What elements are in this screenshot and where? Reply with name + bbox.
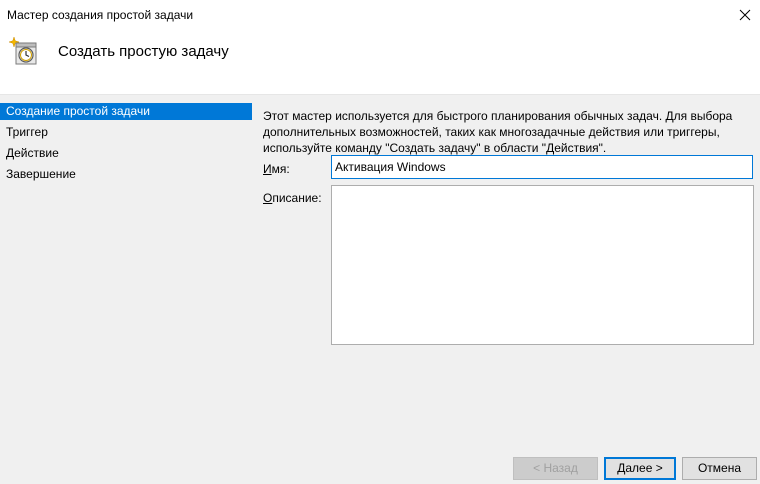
close-button[interactable] bbox=[730, 0, 760, 30]
name-label: Имя: bbox=[263, 162, 290, 176]
nav-item-action[interactable]: Действие bbox=[0, 144, 252, 165]
title-bar: Мастер создания простой задачи bbox=[0, 0, 760, 30]
description-label: Описание: bbox=[263, 191, 322, 205]
cancel-button[interactable]: Отмена bbox=[682, 457, 757, 480]
close-icon bbox=[739, 9, 751, 21]
description-label-mnemonic: О bbox=[263, 191, 273, 205]
task-scheduler-clock-icon bbox=[8, 36, 37, 65]
name-label-mnemonic: И bbox=[263, 162, 272, 176]
next-button[interactable]: Далее > bbox=[604, 457, 676, 480]
name-input[interactable] bbox=[331, 155, 753, 179]
description-input[interactable] bbox=[331, 185, 754, 345]
nav-item-trigger[interactable]: Триггер bbox=[0, 123, 252, 144]
nav-item-create-task[interactable]: Создание простой задачи bbox=[0, 103, 252, 120]
intro-text: Этот мастер используется для быстрого пл… bbox=[263, 108, 753, 156]
intro-paragraph: Этот мастер используется для быстрого пл… bbox=[263, 109, 733, 155]
description-label-text: писание: bbox=[272, 191, 322, 205]
window-title: Мастер создания простой задачи bbox=[7, 8, 194, 22]
back-button[interactable]: < Назад bbox=[513, 457, 598, 480]
nav-item-finish[interactable]: Завершение bbox=[0, 165, 252, 186]
page-title: Создать простую задачу bbox=[58, 43, 229, 60]
wizard-header: Создать простую задачу bbox=[0, 30, 760, 95]
name-label-text: мя: bbox=[271, 162, 290, 176]
wizard-window: Мастер создания простой задачи Создать п… bbox=[0, 0, 760, 484]
wizard-steps-nav: Создание простой задачи Триггер Действие… bbox=[0, 103, 252, 186]
